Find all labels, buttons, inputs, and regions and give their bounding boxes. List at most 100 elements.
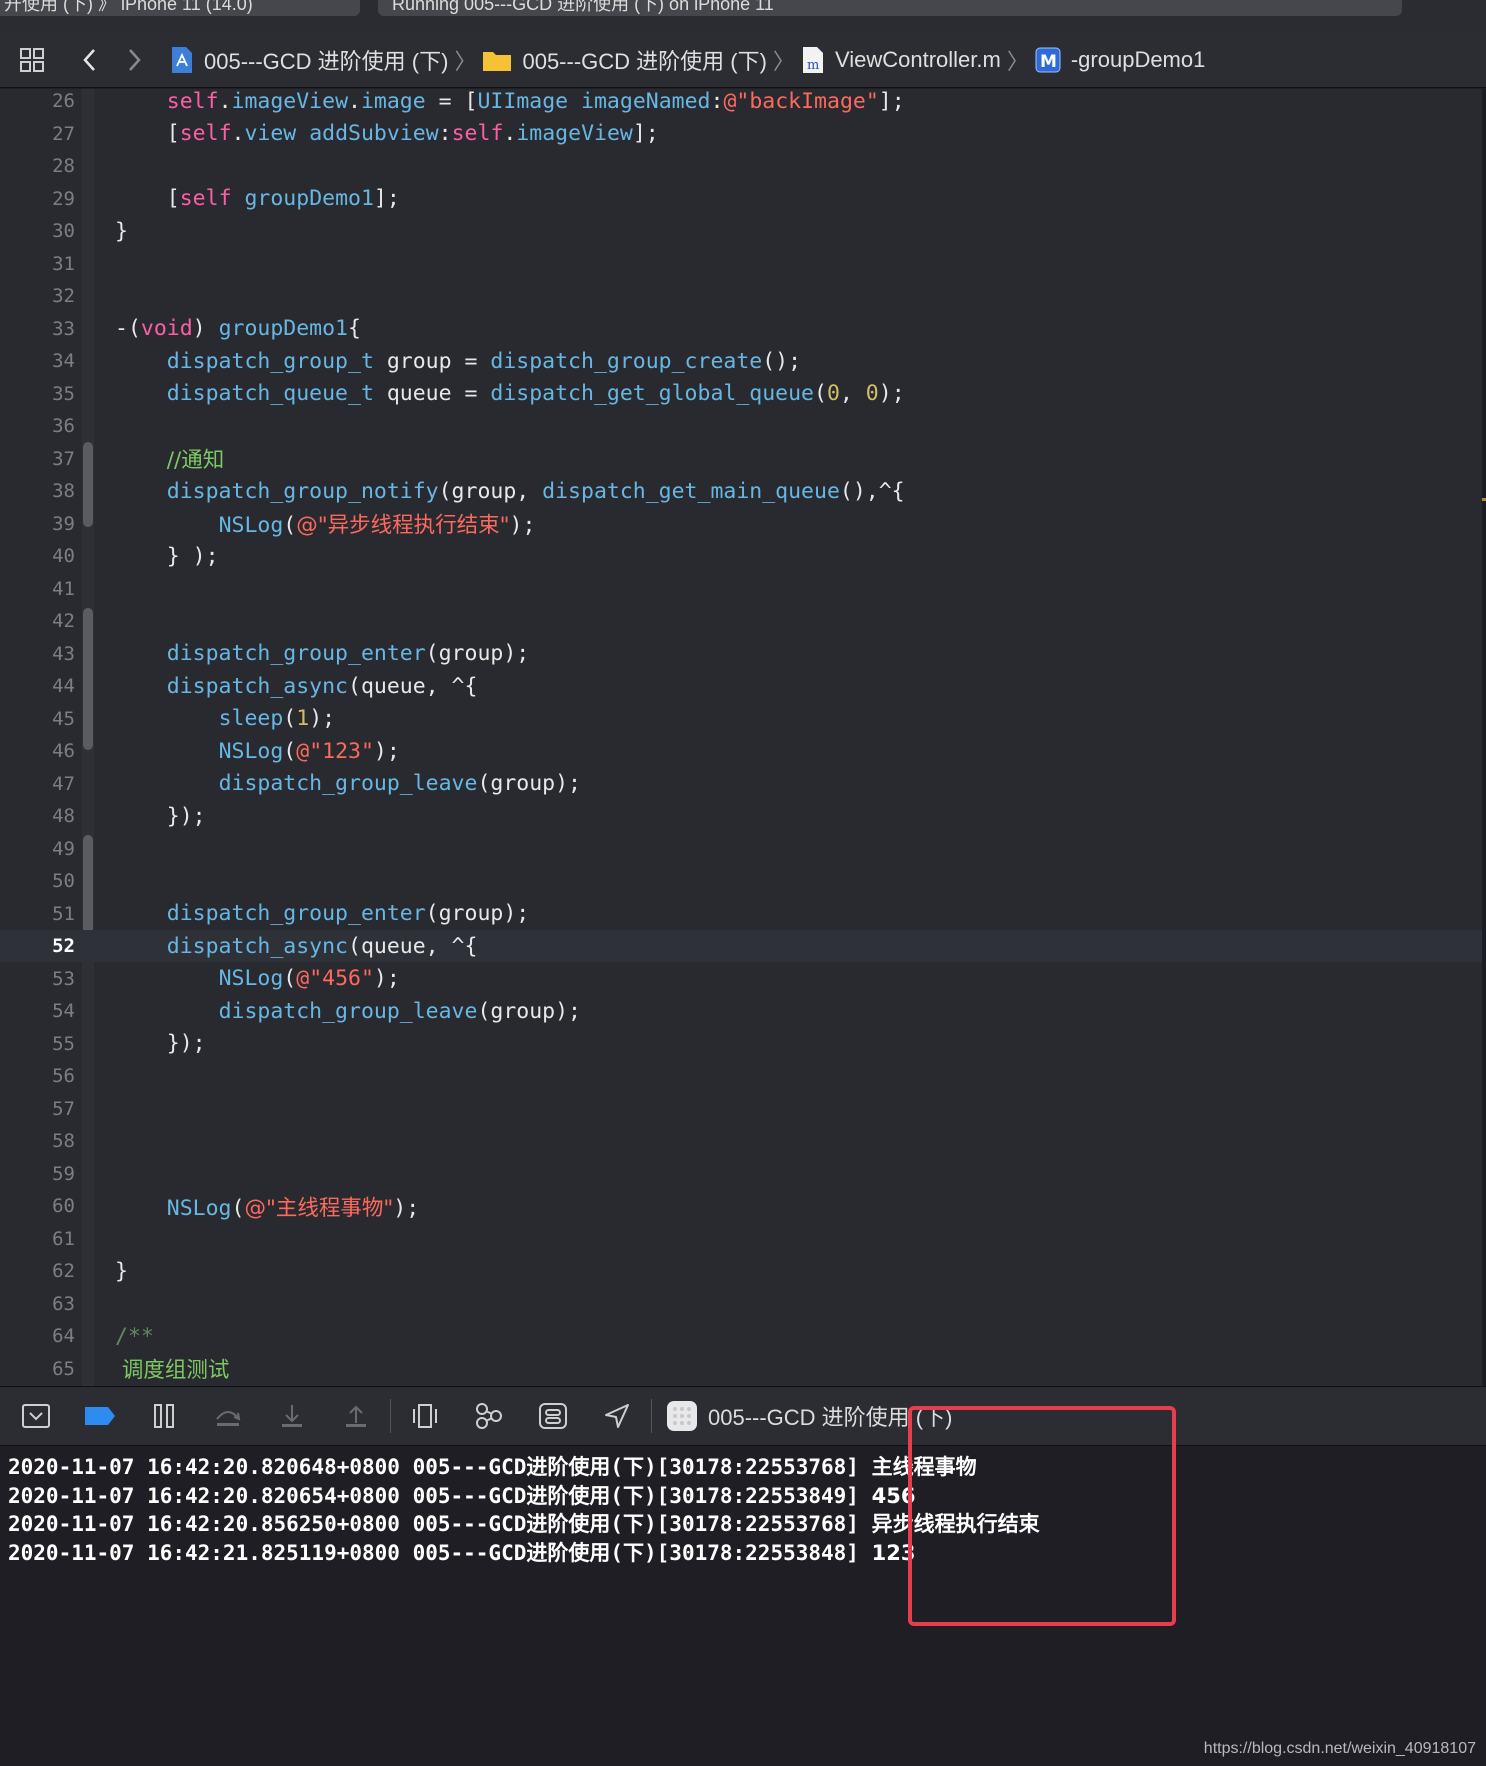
line-number[interactable]: 38 [0,480,75,502]
line-number[interactable]: 31 [0,253,75,275]
line-number[interactable]: 45 [0,708,75,730]
code-line[interactable]: 42 [0,605,1482,637]
pause-icon[interactable] [132,1394,196,1438]
line-number[interactable]: 32 [0,285,75,307]
code-line[interactable]: 62} [0,1255,1482,1287]
line-number[interactable]: 65 [0,1358,75,1380]
code-line[interactable]: 27 [self.view addSubview:self.imageView]… [0,118,1482,150]
code-line[interactable]: 52 dispatch_async(queue, ^{ [0,930,1482,962]
line-number[interactable]: 50 [0,870,75,892]
breakpoints-toggle-icon[interactable] [68,1394,132,1438]
code-line[interactable]: 49 [0,833,1482,865]
line-number[interactable]: 63 [0,1293,75,1315]
line-number[interactable]: 54 [0,1000,75,1022]
line-number[interactable]: 47 [0,773,75,795]
step-over-icon[interactable] [196,1394,260,1438]
code-line[interactable]: 53 NSLog(@"456"); [0,963,1482,995]
console-output[interactable]: 2020-11-07 16:42:20.820648+0800 005---GC… [0,1447,1486,1766]
line-number[interactable]: 41 [0,578,75,600]
line-number[interactable]: 64 [0,1325,75,1347]
line-number[interactable]: 59 [0,1163,75,1185]
line-number[interactable]: 36 [0,415,75,437]
line-number[interactable]: 57 [0,1098,75,1120]
line-number[interactable]: 49 [0,838,75,860]
memory-graph-icon[interactable] [457,1394,521,1438]
step-into-icon[interactable] [260,1394,324,1438]
code-line[interactable]: 30} [0,215,1482,247]
tab-scheme-device[interactable]: 开使用 (下) 》 iPhone 11 (14.0) [0,0,360,16]
code-line[interactable]: 65 调度组测试 [0,1353,1482,1385]
code-line[interactable]: 44 dispatch_async(queue, ^{ [0,670,1482,702]
code-line[interactable]: 40 } ); [0,540,1482,572]
view-hierarchy-icon[interactable] [393,1394,457,1438]
line-number[interactable]: 53 [0,968,75,990]
code-line[interactable]: 55 }); [0,1028,1482,1060]
line-number[interactable]: 61 [0,1228,75,1250]
forward-chevron-icon[interactable] [112,40,156,80]
code-line[interactable]: 26 self.imageView.image = [UIImage image… [0,89,1482,117]
breadcrumb-folder[interactable]: 005---GCD 进阶使用 (下) [482,44,767,76]
issue-marker[interactable] [1482,498,1486,501]
code-line[interactable]: 54 dispatch_group_leave(group); [0,995,1482,1027]
code-line[interactable]: 31 [0,248,1482,280]
line-number[interactable]: 46 [0,740,75,762]
line-number[interactable]: 56 [0,1065,75,1087]
code-line[interactable]: 50 [0,865,1482,897]
source-editor[interactable]: 26 self.imageView.image = [UIImage image… [0,89,1486,1386]
code-line[interactable]: 41 [0,573,1482,605]
code-line[interactable]: 28 [0,150,1482,182]
code-line[interactable]: 60 NSLog(@"主线程事物"); [0,1190,1482,1222]
line-number[interactable]: 51 [0,903,75,925]
code-line[interactable]: 59 [0,1158,1482,1190]
code-line[interactable]: 58 [0,1125,1482,1157]
environment-overrides-icon[interactable] [521,1394,585,1438]
code-line[interactable]: 39 NSLog(@"异步线程执行结束"); [0,508,1482,540]
line-number[interactable]: 44 [0,675,75,697]
back-chevron-icon[interactable] [68,40,112,80]
code-line[interactable]: 61 [0,1223,1482,1255]
code-line[interactable]: 29 [self groupDemo1]; [0,183,1482,215]
line-number[interactable]: 26 [0,90,75,112]
line-number[interactable]: 55 [0,1033,75,1055]
code-line[interactable]: 47 dispatch_group_leave(group); [0,768,1482,800]
code-line[interactable]: 63 [0,1288,1482,1320]
code-line[interactable]: 37 //通知 [0,443,1482,475]
line-number[interactable]: 39 [0,513,75,535]
code-line[interactable]: 36 [0,410,1482,442]
line-number[interactable]: 42 [0,610,75,632]
code-line[interactable]: 33 -(void) groupDemo1{ [0,313,1482,345]
hide-debug-area-icon[interactable] [4,1394,68,1438]
simulate-location-icon[interactable] [585,1394,649,1438]
line-number[interactable]: 52 [0,935,75,957]
code-line[interactable]: 46 NSLog(@"123"); [0,735,1482,767]
code-line[interactable]: 32 [0,280,1482,312]
line-number[interactable]: 60 [0,1195,75,1217]
breadcrumb-file[interactable]: m ViewController.m [801,46,1001,74]
line-number[interactable]: 28 [0,155,75,177]
code-line[interactable]: 64 /** [0,1320,1482,1352]
related-items-icon[interactable] [10,40,54,80]
line-number[interactable]: 37 [0,448,75,470]
code-line[interactable]: 34 dispatch_group_t group = dispatch_gro… [0,345,1482,377]
line-number[interactable]: 58 [0,1130,75,1152]
code-line[interactable]: 43 dispatch_group_enter(group); [0,638,1482,670]
line-number[interactable]: 30 [0,220,75,242]
line-number[interactable]: 33 [0,318,75,340]
line-number[interactable]: 35 [0,383,75,405]
code-line[interactable]: 38 dispatch_group_notify(group, dispatch… [0,475,1482,507]
line-number[interactable]: 40 [0,545,75,567]
line-number[interactable]: 27 [0,123,75,145]
process-target[interactable]: 005---GCD 进阶使用 (下) [666,1400,952,1432]
line-number[interactable]: 43 [0,643,75,665]
line-number[interactable]: 34 [0,350,75,372]
line-number[interactable]: 48 [0,805,75,827]
code-line[interactable]: 48 }); [0,800,1482,832]
line-number[interactable]: 29 [0,188,75,210]
tab-activity-status[interactable]: Running 005---GCD 进阶使用 (下) on iPhone 11 [378,0,1402,16]
code-line[interactable]: 56 [0,1060,1482,1092]
breadcrumb-project[interactable]: 005---GCD 进阶使用 (下) [170,44,448,76]
code-line[interactable]: 57 [0,1093,1482,1125]
line-number[interactable]: 62 [0,1260,75,1282]
breadcrumb-method[interactable]: M -groupDemo1 [1035,47,1205,73]
code-line[interactable]: 45 sleep(1); [0,703,1482,735]
